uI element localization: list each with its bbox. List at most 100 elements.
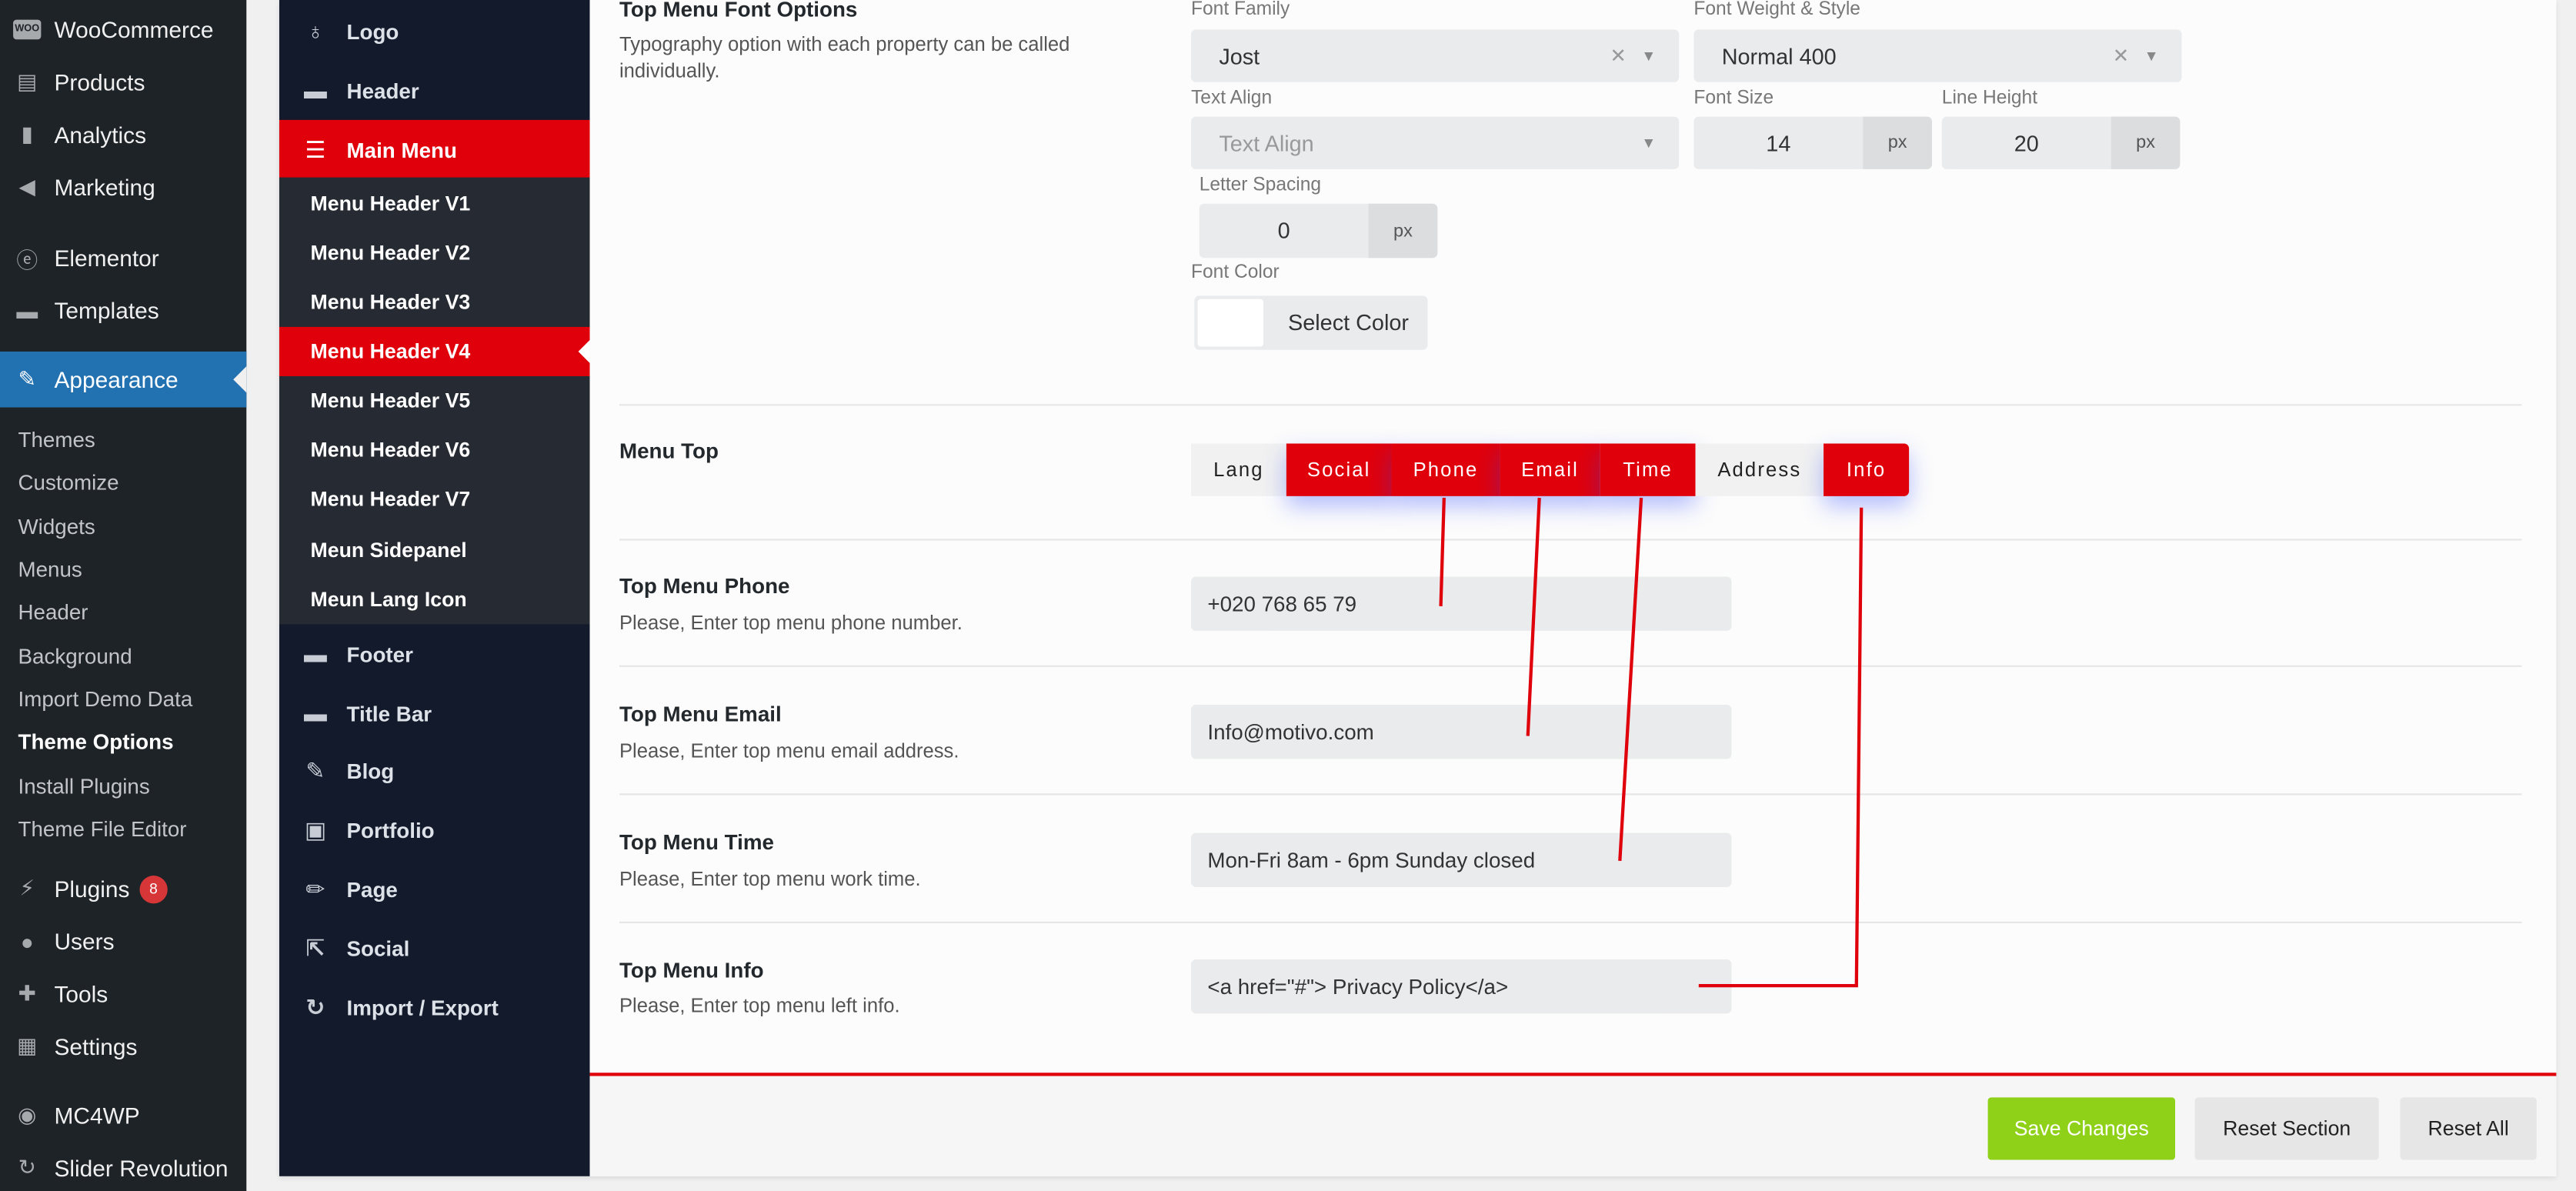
wp-submenu-theme-file-editor[interactable]: Theme File Editor — [18, 816, 186, 841]
wp-menu-mc4wp[interactable]: ◉ MC4WP — [0, 1089, 246, 1142]
caret-down-icon: ▼ — [2144, 47, 2159, 65]
time-input[interactable]: Mon-Fri 8am - 6pm Sunday closed — [1191, 832, 1732, 888]
menu-top-email[interactable]: Email — [1500, 443, 1600, 496]
logo-icon: ♁ — [306, 18, 325, 45]
font-color-label: Font Color — [1191, 262, 1280, 283]
menu-top-address[interactable]: Address — [1695, 443, 1824, 496]
reset-section-button[interactable]: Reset Section — [2194, 1097, 2379, 1160]
update-count-badge: 8 — [139, 874, 168, 903]
options-menu-logo[interactable]: ♁ Logo — [279, 2, 590, 61]
wp-menu-marketing[interactable]: ◀ Marketing — [0, 161, 246, 213]
wp-menu-plugins[interactable]: ⚡ Plugins 8 — [0, 862, 246, 915]
submenu-menu-header-v7[interactable]: Menu Header V7 — [279, 475, 590, 524]
options-menu-blog[interactable]: ✎ Blog — [279, 741, 590, 800]
font-family-select[interactable]: Jost ✕ ▼ — [1191, 29, 1680, 82]
options-menu-label: Footer — [346, 641, 413, 666]
title-bar-icon: ▬ — [304, 699, 327, 726]
font-weight-select[interactable]: Normal 400 ✕ ▼ — [1693, 29, 2182, 82]
email-title: Top Menu Email — [619, 701, 782, 726]
submenu-menu-header-v4[interactable]: Menu Header V4 — [279, 326, 590, 376]
wp-menu-templates[interactable]: ▬ Templates — [0, 284, 246, 336]
megaphone-icon: ◀ — [18, 174, 35, 199]
wp-submenu-background[interactable]: Background — [18, 644, 132, 669]
options-menu-social[interactable]: ⇱ Social — [279, 919, 590, 978]
share-icon: ⇱ — [305, 933, 325, 961]
line-height-value: 20 — [2014, 131, 2039, 156]
wp-menu-appearance[interactable]: ✎ Appearance — [0, 351, 247, 408]
clear-icon[interactable]: ✕ — [1610, 45, 1626, 68]
reset-all-button[interactable]: Reset All — [2400, 1097, 2537, 1160]
options-menu-label: Header — [346, 78, 419, 103]
caret-down-icon: ▼ — [1641, 135, 1657, 152]
email-desc: Please, Enter top menu email address. — [619, 739, 959, 762]
submenu-menu-header-v5[interactable]: Menu Header V5 — [279, 376, 590, 425]
line-height-unit: px — [2111, 116, 2181, 169]
wp-menu-settings[interactable]: ▦ Settings — [0, 1020, 246, 1073]
submenu-lang-icon[interactable]: Meun Lang Icon — [279, 575, 590, 624]
wp-menu-label: Settings — [54, 1033, 138, 1060]
wp-submenu-install-plugins[interactable]: Install Plugins — [18, 774, 149, 799]
font-options-title: Top Menu Font Options — [619, 0, 858, 22]
wp-submenu-themes[interactable]: Themes — [18, 427, 95, 452]
wp-submenu-menus[interactable]: Menus — [18, 557, 82, 582]
wp-menu-label: Elementor — [54, 245, 159, 272]
text-align-placeholder: Text Align — [1219, 130, 1314, 155]
info-input[interactable]: <a href="#"> Privacy Policy</a> — [1191, 959, 1732, 1014]
wp-menu-products[interactable]: ▤ Products — [0, 56, 246, 108]
wp-submenu-theme-options[interactable]: Theme Options — [18, 729, 173, 754]
options-menu-page[interactable]: ✏ Page — [279, 859, 590, 919]
submenu-menu-header-v2[interactable]: Menu Header V2 — [279, 229, 590, 278]
options-menu-main-menu[interactable]: ☰ Main Menu — [279, 119, 590, 179]
wp-menu-users[interactable]: ● Users — [0, 915, 246, 967]
wp-menu-label: Tools — [54, 980, 108, 1007]
image-icon: ▣ — [304, 816, 327, 842]
phone-input[interactable]: +020 768 65 79 — [1191, 576, 1732, 631]
caret-down-icon: ▼ — [1641, 47, 1657, 65]
submenu-menu-header-v1[interactable]: Menu Header V1 — [279, 179, 590, 229]
wp-menu-label: Appearance — [54, 366, 179, 393]
save-changes-button[interactable]: Save Changes — [1987, 1097, 2176, 1160]
submenu-menu-header-v6[interactable]: Menu Header V6 — [279, 425, 590, 475]
font-weight-value: Normal 400 — [1721, 43, 1837, 68]
email-input[interactable]: Info@motivo.com — [1191, 705, 1732, 759]
submenu-sidepanel[interactable]: Meun Sidepanel — [279, 525, 590, 575]
wp-submenu-widgets[interactable]: Widgets — [18, 514, 95, 539]
letter-spacing-unit: px — [1368, 203, 1438, 259]
menu-top-social[interactable]: Social — [1286, 443, 1392, 496]
text-align-label: Text Align — [1191, 88, 1273, 108]
wp-menu-label: WooCommerce — [54, 16, 214, 43]
options-menu-header[interactable]: ▬ Header — [279, 61, 590, 120]
wp-menu-elementor[interactable]: ⓔ Elementor — [0, 232, 246, 284]
letter-spacing-label: Letter Spacing — [1199, 175, 1322, 196]
paintbrush-icon: ✎ — [18, 366, 36, 392]
wp-menu-tools[interactable]: ✚ Tools — [0, 968, 246, 1020]
menu-top-lang[interactable]: Lang — [1191, 443, 1286, 496]
font-family-label: Font Family — [1191, 0, 1290, 20]
wp-menu-woocommerce[interactable]: WOO WooCommerce — [0, 3, 246, 55]
font-size-label: Font Size — [1693, 88, 1774, 108]
menu-top-phone[interactable]: Phone — [1391, 443, 1500, 496]
options-menu-footer[interactable]: ▬ Footer — [279, 624, 590, 683]
time-desc: Please, Enter top menu work time. — [619, 867, 921, 891]
folder-icon: ▬ — [16, 298, 38, 323]
menu-top-info[interactable]: Info — [1824, 443, 1910, 496]
options-menu-title-bar[interactable]: ▬ Title Bar — [279, 683, 590, 742]
options-menu-portfolio[interactable]: ▣ Portfolio — [279, 800, 590, 859]
menu-top-title: Menu Top — [619, 439, 719, 464]
wp-submenu-header[interactable]: Header — [18, 599, 88, 624]
wp-submenu-import-demo-data[interactable]: Import Demo Data — [18, 687, 192, 712]
wp-menu-label: Analytics — [54, 122, 147, 148]
text-align-select[interactable]: Text Align ▼ — [1191, 116, 1680, 169]
options-menu-import-export[interactable]: ↻ Import / Export — [279, 977, 590, 1036]
wp-submenu-customize[interactable]: Customize — [18, 470, 118, 495]
bar-chart-icon: ▮ — [21, 122, 33, 147]
font-color-picker[interactable]: Select Color — [1194, 295, 1428, 350]
submenu-menu-header-v3[interactable]: Menu Header V3 — [279, 278, 590, 327]
wp-menu-label: MC4WP — [54, 1102, 140, 1129]
menu-top-time[interactable]: Time — [1600, 443, 1696, 496]
wp-menu-slider-revolution[interactable]: ↻ Slider Revolution — [0, 1142, 246, 1191]
color-swatch[interactable] — [1197, 299, 1263, 347]
clear-icon[interactable]: ✕ — [2113, 45, 2129, 68]
wp-menu-analytics[interactable]: ▮ Analytics — [0, 108, 246, 161]
line-height-label: Line Height — [1941, 88, 2038, 108]
